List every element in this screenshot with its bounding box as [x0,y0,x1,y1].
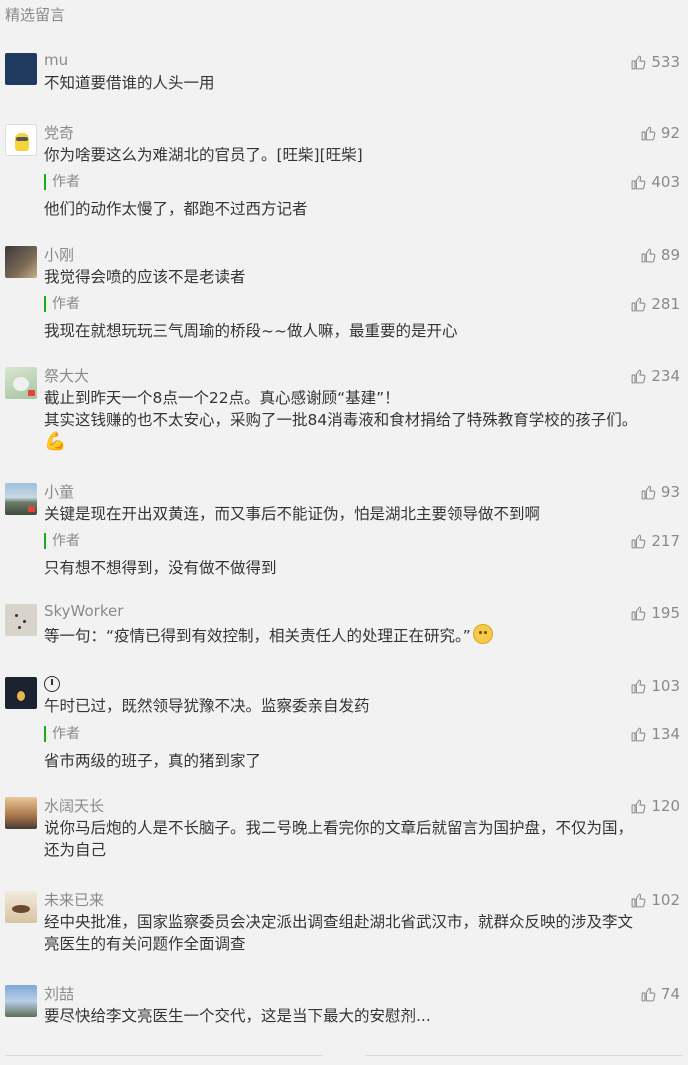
nickname[interactable]: 未来已来 [44,889,104,910]
like-count: 103 [651,677,680,695]
divider [5,1055,323,1056]
thumbs-up-icon [631,55,646,69]
like-button[interactable]: 281 [630,293,680,315]
like-button[interactable]: 533 [630,51,680,73]
avatar[interactable] [5,985,37,1017]
nickname[interactable]: 水阔天长 [44,795,104,816]
comment-text: 我觉得会喷的应该不是老读者 [44,268,246,286]
thumbs-up-icon [631,297,646,311]
comment-text: 午时已过，既然领导犹豫不决。监察委亲自发药 [44,697,370,715]
comment-text: 要尽快给李文亮医生一个交代，这是当下最大的安慰剂... [44,1007,431,1025]
avatar[interactable] [5,604,37,636]
like-button[interactable]: 134 [630,723,680,745]
like-button[interactable]: 195 [630,602,680,624]
thumbs-up-icon [631,369,646,383]
like-button[interactable]: 403 [630,171,680,193]
nickname[interactable]: 小童 [44,481,74,502]
reply-text: 我现在就想玩玩三气周瑜的桥段~~做人嘛，最重要的是开心 [44,322,458,340]
like-count: 217 [651,532,680,550]
comment-text-line: 说你马后炮的人是不长脑子。我二号晚上看完你的文章后就留言为国护盘，不仅为国， [44,819,634,837]
thumbs-up-icon [631,893,646,907]
like-count: 102 [651,891,680,909]
avatar[interactable] [5,124,37,156]
author-tag: 作者 [44,533,80,549]
comment-text: 等一句：“疫情已得到有效控制，相关责任人的处理正在研究。” [44,627,471,645]
like-count: 89 [660,246,680,264]
like-count: 74 [660,985,680,1003]
like-button[interactable]: 120 [630,795,680,817]
nickname[interactable]: 小刚 [44,244,74,265]
thumbs-up-icon [641,987,656,1001]
thumbs-up-icon [631,679,646,693]
nickname[interactable]: SkyWorker [44,602,123,620]
nickname[interactable]: 祭大大 [44,365,89,386]
avatar[interactable] [5,677,37,709]
nickname[interactable]: 党奇 [44,122,74,143]
like-button[interactable]: 92 [640,122,680,144]
like-count: 120 [651,797,680,815]
author-tag: 作者 [44,726,80,742]
avatar[interactable] [5,53,37,85]
reply-text: 只有想不想得到，没有做不做得到 [44,559,277,577]
avatar[interactable] [5,797,37,829]
thumbs-up-icon [641,485,656,499]
divider [365,1055,683,1056]
like-count: 281 [651,295,680,313]
like-count: 195 [651,604,680,622]
avatar[interactable] [5,246,37,278]
like-button[interactable]: 234 [630,365,680,387]
smile-emoji-icon [472,624,493,644]
comment-text-line: 截止到昨天一个8点一个22点。真心感谢顾“基建”！ [44,389,400,407]
red-flag-badge [28,390,35,396]
thumbs-up-icon [641,126,656,140]
author-tag: 作者 [44,296,80,312]
nickname[interactable]: mu [44,51,68,69]
like-count: 234 [651,367,680,385]
comment-text-line: 亮医生的有关问题作全面调查 [44,935,246,953]
like-button[interactable]: 102 [630,889,680,911]
comment-text: 关键是现在开出双黄连，而又事后不能证伪，怕是湖北主要领导做不到啊 [44,505,541,523]
like-button[interactable]: 74 [640,983,680,1005]
thumbs-up-icon [631,175,646,189]
comment-text-line: 经中央批准，国家监察委员会决定派出调查组赴湖北省武汉市，就群众反映的涉及李文 [44,913,634,931]
like-button[interactable]: 217 [630,530,680,552]
like-button[interactable]: 93 [640,481,680,503]
thumbs-up-icon [631,799,646,813]
nickname[interactable]: 刘喆 [44,983,74,1004]
comment-text-line: 其实这钱赚的也不太安心，采购了一批84消毒液和食材捐给了特殊教育学校的孩子们。 [44,411,638,429]
avatar[interactable] [5,891,37,923]
thumbs-up-icon [641,248,656,262]
comment-text: 你为啥要这么为难湖北的官员了。[旺柴][旺柴] [44,146,363,164]
thumbs-up-icon [631,606,646,620]
red-flag-badge [28,506,35,512]
thumbs-up-icon [631,534,646,548]
comment-text-line: 还为自己 [44,841,107,859]
section-title: 精选留言 [5,6,66,24]
muscle-emoji-icon: 💪 [44,431,67,452]
like-count: 134 [651,725,680,743]
like-count: 403 [651,173,680,191]
like-button[interactable]: 103 [630,675,680,697]
clock-icon[interactable] [44,676,60,692]
like-count: 92 [660,124,680,142]
reply-text: 他们的动作太慢了，都跑不过西方记者 [44,200,308,218]
thumbs-up-icon [631,727,646,741]
like-count: 533 [651,53,680,71]
reply-text: 省市两级的班子，真的猪到家了 [44,752,262,770]
like-button[interactable]: 89 [640,244,680,266]
comment-text: 不知道要借谁的人头一用 [44,74,215,92]
comment-text-row: 等一句：“疫情已得到有效控制，相关责任人的处理正在研究。” [44,624,678,647]
like-count: 93 [660,483,680,501]
author-tag: 作者 [44,174,80,190]
